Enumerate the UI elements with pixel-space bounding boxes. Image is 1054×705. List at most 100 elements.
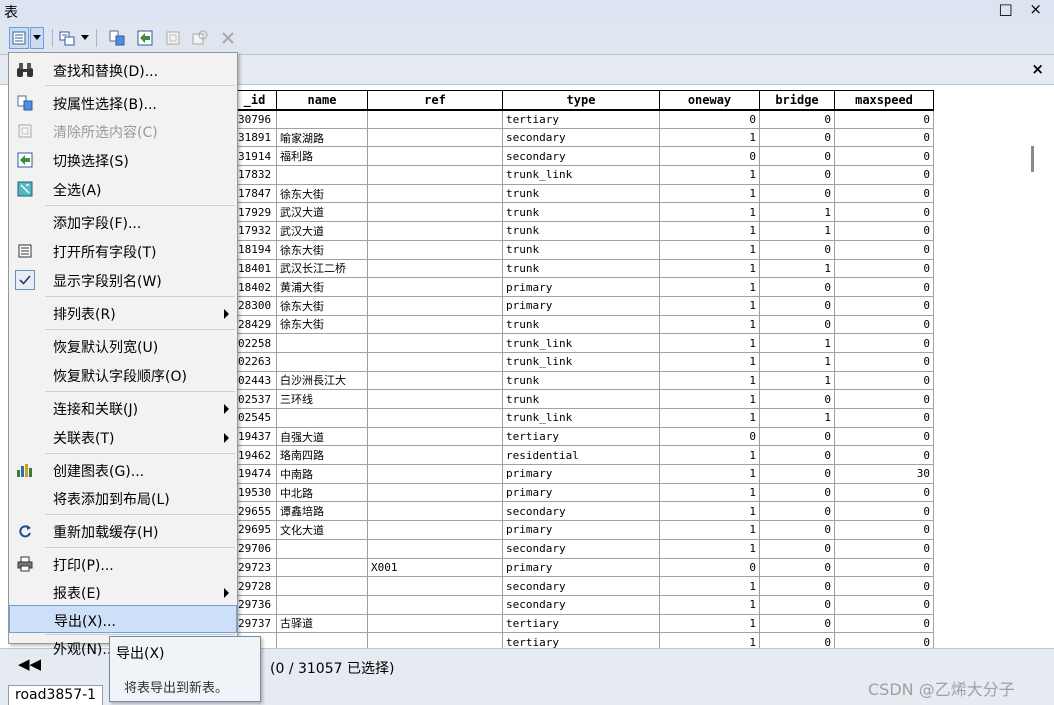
- table-cell-name[interactable]: [276, 351, 368, 372]
- table-cell-bridge[interactable]: 1: [759, 408, 835, 428]
- table-cell-name[interactable]: [276, 576, 368, 596]
- table-row[interactable]: 19530 中北路 primary 1 0 0: [232, 482, 934, 503]
- table-cell-ref[interactable]: [367, 389, 503, 409]
- table-cell-ref[interactable]: [367, 202, 503, 223]
- table-cell-id[interactable]: 19474: [232, 464, 277, 484]
- table-cell-ref[interactable]: [367, 501, 503, 522]
- table-cell-oneway[interactable]: 1: [659, 127, 760, 148]
- table-cell-maxspeed[interactable]: 0: [834, 408, 934, 428]
- table-row[interactable]: 17932 武汉大道 trunk 1 1 0: [232, 221, 934, 241]
- table-cell-id[interactable]: 18402: [232, 277, 277, 297]
- table-cell-name[interactable]: 喻家湖路: [276, 127, 368, 148]
- menu-item-turn-all-fields-on[interactable]: 打开所有字段(T): [9, 237, 237, 265]
- clear-selection-toolbar-icon[interactable]: [163, 27, 183, 49]
- table-cell-ref[interactable]: [367, 183, 503, 204]
- table-cell-bridge[interactable]: 0: [759, 594, 835, 615]
- table-cell-type[interactable]: trunk_link: [502, 408, 660, 428]
- table-cell-id[interactable]: 18194: [232, 239, 277, 260]
- table-cell-name[interactable]: 徐东大街: [276, 295, 368, 316]
- table-cell-name[interactable]: 自强大道: [276, 426, 368, 447]
- table-cell-ref[interactable]: [367, 445, 503, 466]
- table-cell-id[interactable]: 19437: [232, 426, 277, 447]
- table-cell-bridge[interactable]: 0: [759, 576, 835, 596]
- table-row[interactable]: 18402 黄浦大街 primary 1 0 0: [232, 277, 934, 297]
- table-cell-type[interactable]: tertiary: [502, 109, 660, 129]
- table-cell-oneway[interactable]: 1: [659, 408, 760, 428]
- table-row[interactable]: 17832 trunk_link 1 0 0: [232, 165, 934, 185]
- table-cell-ref[interactable]: [367, 258, 503, 279]
- table-options-icon[interactable]: [9, 27, 29, 49]
- table-cell-type[interactable]: trunk: [502, 183, 660, 204]
- menu-item-restore-field-order[interactable]: 恢复默认字段顺序(O): [9, 361, 237, 389]
- zoom-to-selected-toolbar-icon[interactable]: [189, 27, 211, 49]
- table-cell-name[interactable]: 徐东大街: [276, 239, 368, 260]
- column-header-bridge[interactable]: bridge: [759, 90, 835, 111]
- table-row[interactable]: 30796 tertiary 0 0 0: [232, 109, 934, 129]
- table-cell-bridge[interactable]: 0: [759, 277, 835, 297]
- menu-item-select-all[interactable]: 全选(A): [9, 175, 237, 203]
- table-cell-type[interactable]: trunk: [502, 370, 660, 391]
- table-cell-maxspeed[interactable]: 0: [834, 538, 934, 559]
- table-cell-oneway[interactable]: 1: [659, 314, 760, 335]
- table-cell-bridge[interactable]: 0: [759, 127, 835, 148]
- table-cell-id[interactable]: 31914: [232, 146, 277, 167]
- related-tables-icon[interactable]: [57, 27, 77, 49]
- table-cell-oneway[interactable]: 1: [659, 351, 760, 372]
- column-header-oneway[interactable]: oneway: [659, 90, 760, 111]
- table-cell-bridge[interactable]: 1: [759, 258, 835, 279]
- table-cell-oneway[interactable]: 0: [659, 109, 760, 129]
- table-cell-oneway[interactable]: 1: [659, 632, 760, 649]
- table-cell-ref[interactable]: [367, 482, 503, 503]
- table-cell-type[interactable]: trunk: [502, 239, 660, 260]
- table-cell-id[interactable]: 19462: [232, 445, 277, 466]
- table-cell-maxspeed[interactable]: 0: [834, 277, 934, 297]
- table-cell-oneway[interactable]: 1: [659, 538, 760, 559]
- table-cell-id[interactable]: 28300: [232, 295, 277, 316]
- table-cell-type[interactable]: secondary: [502, 576, 660, 596]
- select-by-attributes-toolbar-icon[interactable]: [106, 27, 128, 49]
- table-cell-name[interactable]: [276, 632, 368, 649]
- table-cell-bridge[interactable]: 0: [759, 109, 835, 129]
- table-row[interactable]: 31914 福利路 secondary 0 0 0: [232, 146, 934, 167]
- table-cell-id[interactable]: 29728: [232, 576, 277, 596]
- table-cell-name[interactable]: [276, 538, 368, 559]
- table-cell-id[interactable]: 31891: [232, 127, 277, 148]
- table-cell-id[interactable]: 30796: [232, 109, 277, 129]
- table-cell-type[interactable]: primary: [502, 557, 660, 578]
- table-row[interactable]: 18401 武汉长江二桥 trunk 1 1 0: [232, 258, 934, 279]
- switch-selection-toolbar-icon[interactable]: [134, 27, 156, 49]
- table-cell-maxspeed[interactable]: 0: [834, 202, 934, 223]
- table-cell-maxspeed[interactable]: 0: [834, 426, 934, 447]
- menu-item-restore-column-widths[interactable]: 恢复默认列宽(U): [9, 332, 237, 360]
- column-header-maxspeed[interactable]: maxspeed: [834, 90, 934, 111]
- table-cell-name[interactable]: 黄浦大街: [276, 277, 368, 297]
- table-cell-id[interactable]: 17832: [232, 165, 277, 185]
- table-cell-bridge[interactable]: 0: [759, 538, 835, 559]
- table-cell-oneway[interactable]: 1: [659, 501, 760, 522]
- table-cell-bridge[interactable]: 0: [759, 426, 835, 447]
- table-cell-maxspeed[interactable]: 0: [834, 333, 934, 353]
- table-cell-type[interactable]: primary: [502, 295, 660, 316]
- table-cell-oneway[interactable]: 1: [659, 464, 760, 484]
- table-cell-oneway[interactable]: 1: [659, 594, 760, 615]
- vertical-scrollbar[interactable]: [1031, 146, 1034, 172]
- menu-item-switch-selection[interactable]: 切换选择(S): [9, 146, 237, 174]
- tab-road3857-1[interactable]: road3857-1: [8, 685, 104, 705]
- menu-item-add-table-to-layout[interactable]: 将表添加到布局(L): [9, 484, 237, 512]
- table-cell-maxspeed[interactable]: 30: [834, 464, 934, 484]
- table-cell-maxspeed[interactable]: 0: [834, 109, 934, 129]
- table-cell-ref[interactable]: [367, 127, 503, 148]
- table-row[interactable]: 29737 古驿道 tertiary 1 0 0: [232, 613, 934, 634]
- table-cell-ref[interactable]: [367, 594, 503, 615]
- table-cell-id[interactable]: 29736: [232, 594, 277, 615]
- table-cell-name[interactable]: [276, 333, 368, 353]
- table-cell-id[interactable]: 29695: [232, 520, 277, 540]
- table-cell-oneway[interactable]: 1: [659, 239, 760, 260]
- table-cell-id[interactable]: 28429: [232, 314, 277, 335]
- table-cell-name[interactable]: [276, 557, 368, 578]
- table-cell-maxspeed[interactable]: 0: [834, 258, 934, 279]
- table-cell-maxspeed[interactable]: 0: [834, 576, 934, 596]
- table-cell-bridge[interactable]: 0: [759, 464, 835, 484]
- table-cell-oneway[interactable]: 1: [659, 482, 760, 503]
- table-cell-id[interactable]: 19530: [232, 482, 277, 503]
